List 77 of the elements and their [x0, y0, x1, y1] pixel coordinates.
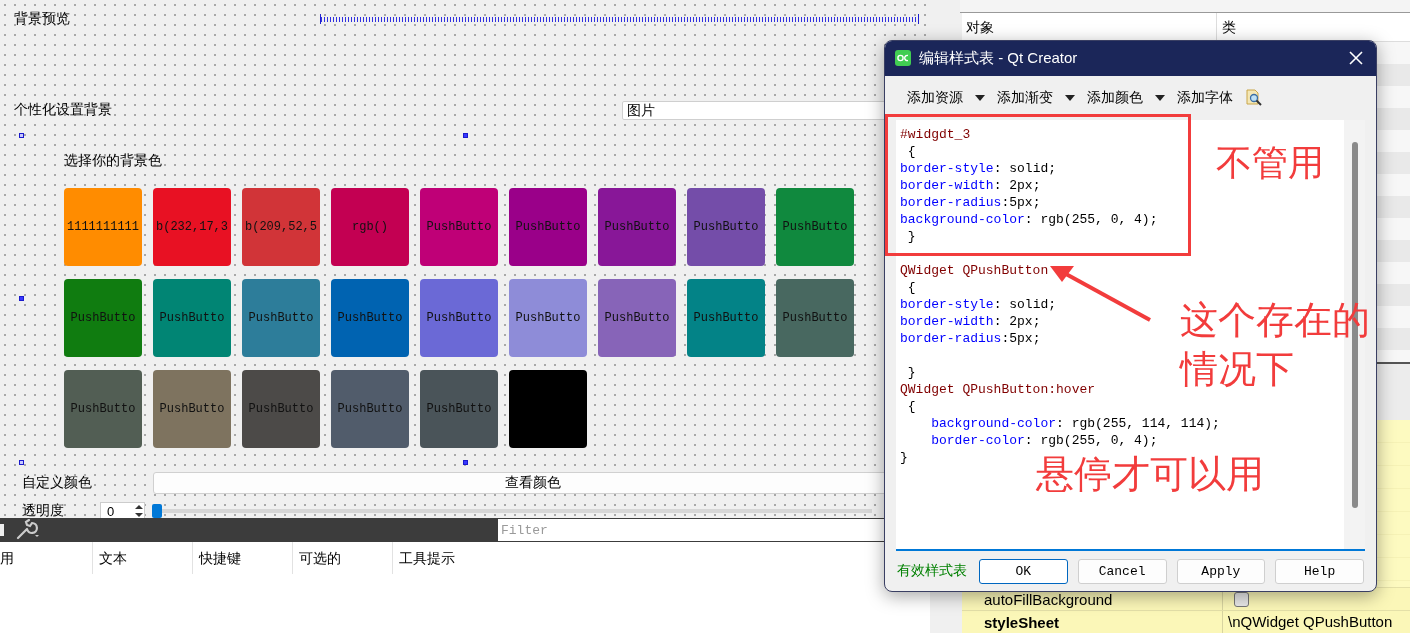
property-name: autoFillBackground	[983, 590, 1114, 608]
code-line: background-color: rgb(255, 114, 114);	[930, 414, 1220, 432]
dialog-button[interactable]: Help	[1275, 558, 1364, 584]
column-header[interactable]: 工具提示	[392, 542, 492, 574]
color-button[interactable]: b(209,52,5	[242, 188, 320, 266]
selection-handle[interactable]	[19, 460, 24, 465]
annotation-text: 不管用	[1216, 141, 1324, 185]
color-button[interactable]: PushButto	[776, 188, 854, 266]
close-icon[interactable]	[1348, 50, 1364, 67]
window-title: 编辑样式表 - Qt Creator	[919, 48, 1078, 68]
column-header[interactable]: 类	[1217, 13, 1236, 41]
selection-handle[interactable]	[463, 460, 468, 465]
toolbar-button[interactable]: 添加颜色	[1087, 88, 1165, 107]
app-icon	[895, 50, 911, 67]
color-button[interactable]: b(232,17,3	[153, 188, 231, 266]
code-line: }	[900, 448, 908, 466]
caret-icon	[1155, 94, 1165, 101]
color-button[interactable]: rgb()	[331, 188, 409, 266]
dialog-button[interactable]: Cancel	[1077, 558, 1167, 584]
slider-handle[interactable]	[152, 504, 162, 518]
column-header[interactable]: 快捷键	[192, 542, 292, 574]
checkbox[interactable]	[1234, 592, 1249, 607]
column-header[interactable]: 用	[0, 542, 92, 574]
property-value[interactable]: \nQWidget QPushButton	[1222, 611, 1393, 633]
column-header[interactable]: 可选的	[292, 542, 392, 574]
code-line: {	[906, 142, 916, 160]
dialog-button[interactable]: Apply	[1176, 558, 1266, 584]
toolbar-icon[interactable]	[0, 523, 5, 537]
color-button[interactable]: PushButto	[153, 279, 231, 357]
selection-handle[interactable]	[19, 133, 24, 138]
code-line: border-radius:5px;	[900, 329, 1041, 347]
section-label: 选择你的背景色	[64, 151, 162, 170]
magnifier-icon[interactable]	[1245, 88, 1263, 107]
color-button[interactable]: PushButto	[687, 279, 765, 357]
code-editor[interactable]	[896, 119, 1365, 552]
code-line: border-style: solid;	[900, 159, 1057, 177]
spin-arrows-icon[interactable]	[134, 503, 144, 518]
spin-box[interactable]: 0	[100, 502, 145, 518]
color-button[interactable]: PushButto	[509, 279, 587, 357]
color-button[interactable]	[509, 370, 587, 448]
color-button[interactable]: PushButto	[242, 279, 320, 357]
code-line: {	[906, 397, 916, 415]
code-line: border-radius:5px;	[900, 193, 1041, 211]
code-line: border-color: rgb(255, 0, 4);	[930, 431, 1158, 449]
code-line: }	[906, 227, 916, 245]
color-button[interactable]: 1111111111	[64, 188, 142, 266]
code-line: {	[906, 278, 916, 296]
code-line: QWidget QPushButton:hover	[900, 380, 1096, 398]
color-button[interactable]: PushButto	[420, 188, 498, 266]
caret-icon	[1065, 94, 1075, 101]
code-line: border-width: 2px;	[900, 312, 1041, 330]
field-label: 自定义颜色	[22, 474, 93, 492]
dialog-button[interactable]: OK	[979, 558, 1068, 584]
slider[interactable]	[152, 504, 872, 518]
column-header[interactable]: 文本	[92, 542, 192, 574]
toolbar-button[interactable]: 添加渐变	[997, 88, 1075, 107]
color-button[interactable]: PushButto	[598, 279, 676, 357]
color-button[interactable]: PushButto	[420, 279, 498, 357]
field-label: 透明度	[22, 502, 65, 518]
status-text: 有效样式表	[897, 562, 967, 581]
code-line: border-style: solid;	[900, 295, 1057, 313]
wrench-icon[interactable]	[15, 519, 41, 541]
color-button[interactable]: PushButto	[153, 370, 231, 448]
toolbar-button[interactable]: 添加字体	[1177, 88, 1233, 107]
selection-handle[interactable]	[19, 296, 24, 301]
caret-icon	[975, 94, 985, 101]
field-label: 个性化设置背景	[14, 101, 113, 119]
code-line: QWidget QPushButton	[900, 261, 1049, 279]
annotation-text: 悬停才可以用	[1036, 451, 1264, 498]
code-line: background-color: rgb(255, 0, 4);	[900, 210, 1158, 228]
color-button[interactable]: PushButto	[64, 279, 142, 357]
field-label: 背景预览	[14, 10, 71, 28]
selection-handle[interactable]	[463, 133, 468, 138]
code-line: border-width: 2px;	[900, 176, 1041, 194]
code-line: }	[906, 363, 916, 381]
property-name: styleSheet	[983, 613, 1061, 631]
code-line: #widgdt_3	[900, 125, 971, 143]
